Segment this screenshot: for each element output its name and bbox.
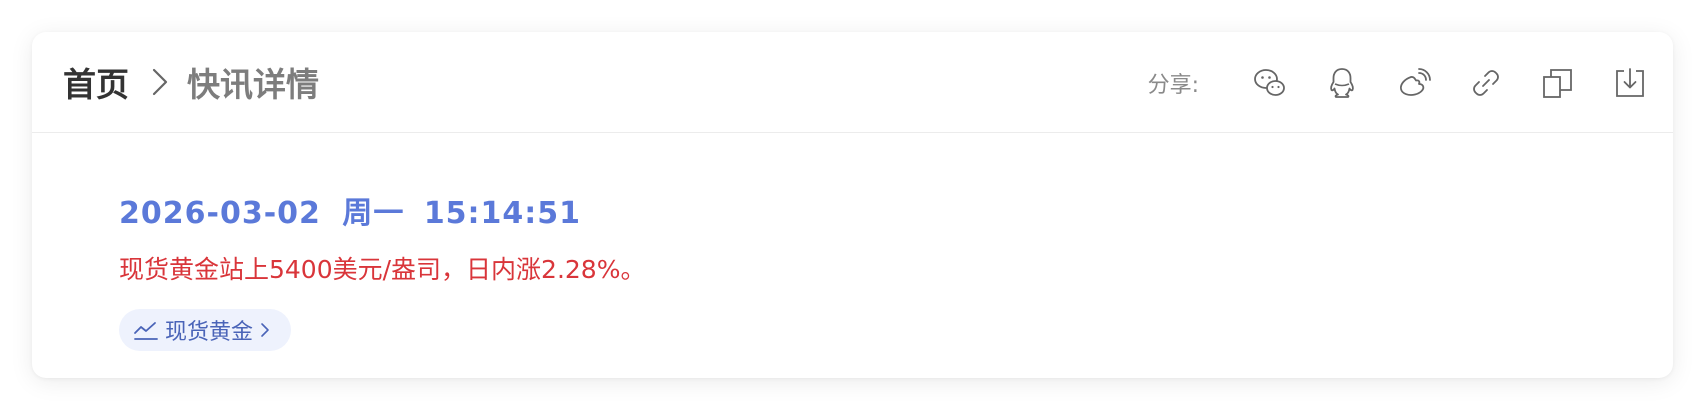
related-tag-label: 现货黄金 — [165, 320, 254, 345]
copy-icon — [1543, 69, 1572, 98]
breadcrumb-home-link[interactable]: 首页 — [63, 58, 129, 106]
card-header: 首页 快讯详情 分享: — [32, 32, 1673, 133]
share-label: 分享: — [1147, 73, 1199, 98]
share-download-button[interactable] — [1609, 62, 1651, 104]
breadcrumb: 首页 快讯详情 — [63, 56, 319, 108]
news-time: 15:14:51 — [423, 196, 582, 231]
share-link-button[interactable] — [1465, 62, 1507, 104]
share-qq-button[interactable] — [1321, 62, 1363, 104]
news-date: 2026-03-02 — [119, 196, 321, 231]
related-tag-button[interactable]: 现货黄金 — [119, 309, 292, 351]
chevron-right-icon — [139, 62, 181, 102]
download-icon — [1616, 68, 1644, 97]
news-weekday: 周一 — [342, 196, 405, 231]
wechat-icon — [1254, 69, 1285, 96]
weibo-icon — [1399, 68, 1431, 96]
trend-line-icon — [133, 317, 159, 343]
qq-icon — [1330, 68, 1354, 98]
link-icon — [1473, 70, 1499, 96]
news-content: 现货黄金站上5400美元/盎司，日内涨2.28%。 — [119, 255, 646, 284]
news-detail-card: 首页 快讯详情 分享: 2026-03-02 周一 15:14:51 现货黄金站… — [32, 32, 1673, 378]
share-copy-button[interactable] — [1537, 62, 1579, 104]
share-weibo-button[interactable] — [1393, 62, 1435, 104]
news-datetime: 2026-03-02 周一 15:14:51 — [119, 188, 581, 232]
share-bar: 分享: — [1148, 62, 1651, 104]
share-wechat-button[interactable] — [1249, 62, 1291, 104]
breadcrumb-current: 快讯详情 — [187, 65, 319, 104]
chevron-right-icon — [259, 320, 275, 340]
